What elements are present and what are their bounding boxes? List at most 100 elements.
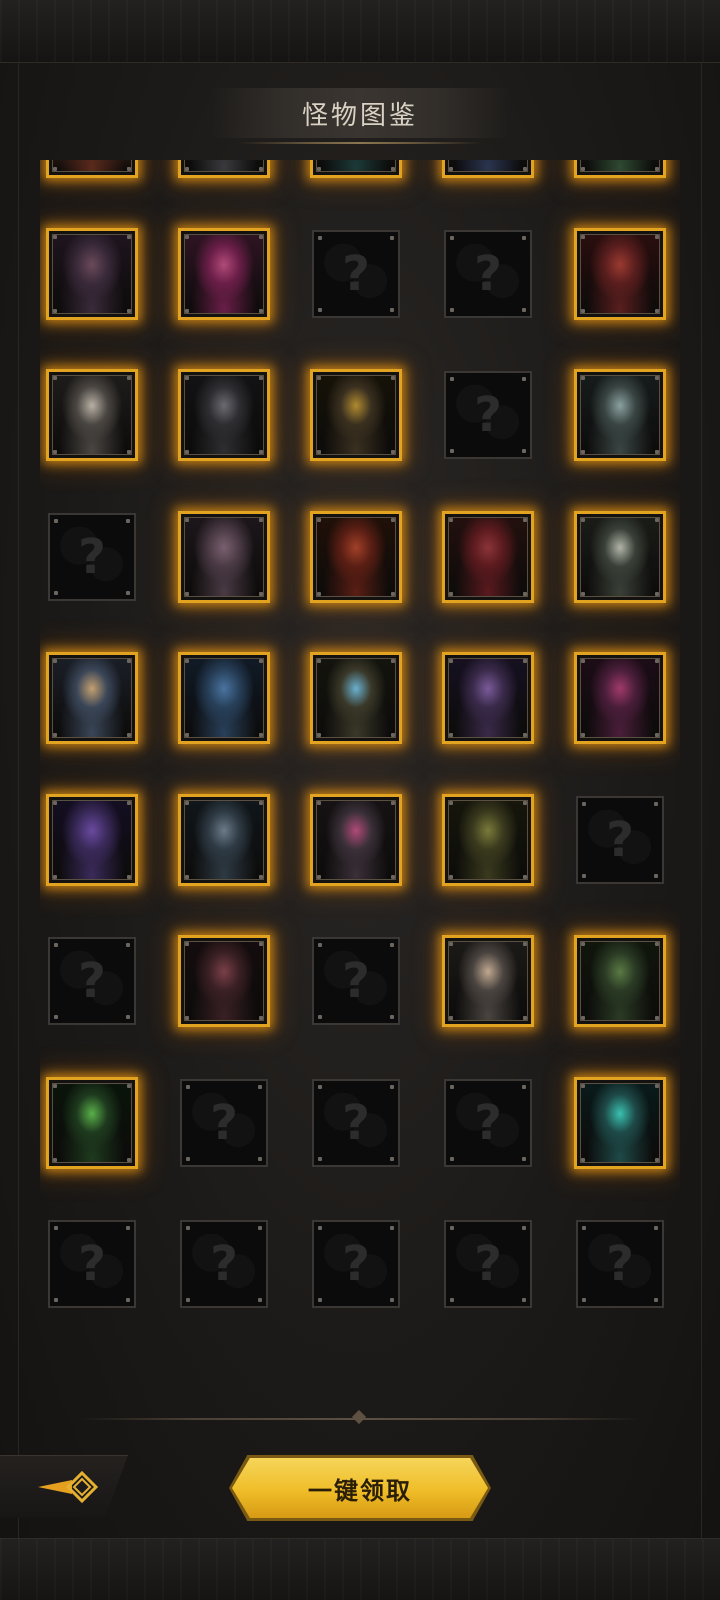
monster-card-horned-vampire-lord[interactable]	[178, 935, 270, 1027]
corner-rivet	[523, 875, 527, 879]
monster-card-blonde-hooded-mage[interactable]	[46, 652, 138, 744]
monster-card-winged-helm-valkyrie[interactable]	[442, 935, 534, 1027]
monster-card-green-crocodile-brute[interactable]	[574, 935, 666, 1027]
monster-portrait	[184, 658, 264, 738]
monster-card-locked[interactable]: ?	[444, 230, 532, 318]
corner-rivet	[53, 801, 57, 805]
page-title: 怪物图鉴	[301, 100, 418, 131]
corner-rivet	[185, 733, 189, 737]
monster-portrait	[184, 234, 264, 314]
corner-rivet	[654, 1298, 658, 1302]
monster-card-locked[interactable]: ?	[444, 1220, 532, 1308]
corner-rivet	[126, 1015, 130, 1019]
back-button[interactable]	[0, 1455, 128, 1518]
monster-card-pink-haired-woman[interactable]	[178, 228, 270, 320]
corner-rivet	[582, 1298, 586, 1302]
corner-rivet	[53, 235, 57, 239]
monster-card-red-haired-sorceress[interactable]	[310, 511, 402, 603]
corner-rivet	[449, 592, 453, 596]
corner-rivet	[522, 236, 526, 240]
monster-card-locked[interactable]: ?	[312, 1220, 400, 1308]
corner-rivet	[390, 236, 394, 240]
question-mark-icon: ?	[342, 1236, 370, 1292]
monster-card-spiked-helm-knight[interactable]	[178, 369, 270, 461]
corner-rivet	[53, 875, 57, 879]
corner-rivet	[317, 801, 321, 805]
monster-card-locked[interactable]: ?	[180, 1220, 268, 1308]
monster-card-locked[interactable]: ?	[576, 796, 664, 884]
corner-rivet	[259, 235, 263, 239]
monster-card-golden-crowned-lich[interactable]	[310, 369, 402, 461]
corner-rivet	[450, 377, 454, 381]
monster-card-red-hooded-rogue[interactable]	[442, 511, 534, 603]
monster-card-locked[interactable]: ?	[444, 371, 532, 459]
monster-card-armored-beast-warrior[interactable]	[442, 160, 534, 178]
corner-rivet	[54, 1226, 58, 1230]
corner-rivet	[317, 167, 321, 171]
corner-rivet	[53, 376, 57, 380]
corner-rivet	[127, 1158, 131, 1162]
corner-rivet	[581, 167, 585, 171]
monster-card-locked[interactable]: ?	[48, 1220, 136, 1308]
monster-portrait	[184, 160, 264, 172]
monster-card-silver-haired-youth[interactable]	[574, 511, 666, 603]
monster-card-green-venom-wasp[interactable]	[46, 1077, 138, 1169]
corner-rivet	[449, 875, 453, 879]
monster-card-locked[interactable]: ?	[180, 1079, 268, 1167]
monster-card-pale-hooded-ghost[interactable]	[574, 369, 666, 461]
monster-card-purple-shadow-beast[interactable]	[46, 794, 138, 886]
monster-card-locked[interactable]: ?	[576, 1220, 664, 1308]
monster-card-red-fanged-beast[interactable]	[574, 228, 666, 320]
monster-card-locked[interactable]: ?	[444, 1079, 532, 1167]
monster-card-blue-cyclops-ogre[interactable]	[178, 652, 270, 744]
corner-rivet	[317, 376, 321, 380]
corner-rivet	[522, 308, 526, 312]
monster-card-glowing-shield-guardian[interactable]	[310, 652, 402, 744]
corner-rivet	[390, 1298, 394, 1302]
monster-card-armored-hooded-knight[interactable]	[178, 160, 270, 178]
corner-rivet	[450, 1226, 454, 1230]
corner-rivet	[318, 1157, 322, 1161]
monster-portrait	[52, 375, 132, 455]
corner-rivet	[391, 659, 395, 663]
corner-rivet	[127, 659, 131, 663]
monster-card-white-hooded-assassin[interactable]	[46, 369, 138, 461]
corner-rivet	[259, 518, 263, 522]
monster-card-locked[interactable]: ?	[312, 230, 400, 318]
corner-rivet	[449, 801, 453, 805]
monster-card-purple-medusa-queen[interactable]	[442, 652, 534, 744]
monster-card-horned-red-demon[interactable]	[46, 160, 138, 178]
monster-card-locked[interactable]: ?	[48, 513, 136, 601]
monster-card-locked[interactable]: ?	[312, 1079, 400, 1167]
corner-rivet	[391, 875, 395, 879]
corner-rivet	[655, 518, 659, 522]
left-frame-line	[18, 62, 19, 1538]
corner-rivet	[185, 518, 189, 522]
monster-card-pale-ghoul[interactable]	[46, 228, 138, 320]
monster-card-green-eyed-wraith[interactable]	[310, 160, 402, 178]
monster-card-frost-maned-lion[interactable]	[178, 794, 270, 886]
corner-rivet	[522, 1157, 526, 1161]
monster-card-locked[interactable]: ?	[312, 937, 400, 1025]
monster-card-green-swamp-lizard[interactable]	[442, 794, 534, 886]
monster-portrait	[580, 160, 660, 172]
claim-all-button[interactable]: 一键领取	[229, 1455, 491, 1521]
corner-rivet	[126, 943, 130, 947]
corner-rivet	[581, 309, 585, 313]
corner-rivet	[522, 1085, 526, 1089]
question-mark-icon: ?	[342, 1095, 370, 1151]
monster-grid[interactable]: ???????????????	[40, 160, 680, 1380]
monster-card-scaled-cocoon[interactable]	[178, 511, 270, 603]
monster-card-locked[interactable]: ?	[48, 937, 136, 1025]
corner-rivet	[185, 167, 189, 171]
corner-rivet	[523, 733, 527, 737]
corner-rivet	[450, 1085, 454, 1089]
corner-rivet	[449, 659, 453, 663]
monster-card-pink-crested-troll[interactable]	[310, 794, 402, 886]
monster-card-green-goblin-orc[interactable]	[574, 160, 666, 178]
corner-rivet	[185, 875, 189, 879]
monster-card-crimson-winged-demon[interactable]	[574, 652, 666, 744]
monster-portrait	[580, 234, 660, 314]
corner-rivet	[654, 1226, 658, 1230]
monster-card-teal-hooded-specter[interactable]	[574, 1077, 666, 1169]
